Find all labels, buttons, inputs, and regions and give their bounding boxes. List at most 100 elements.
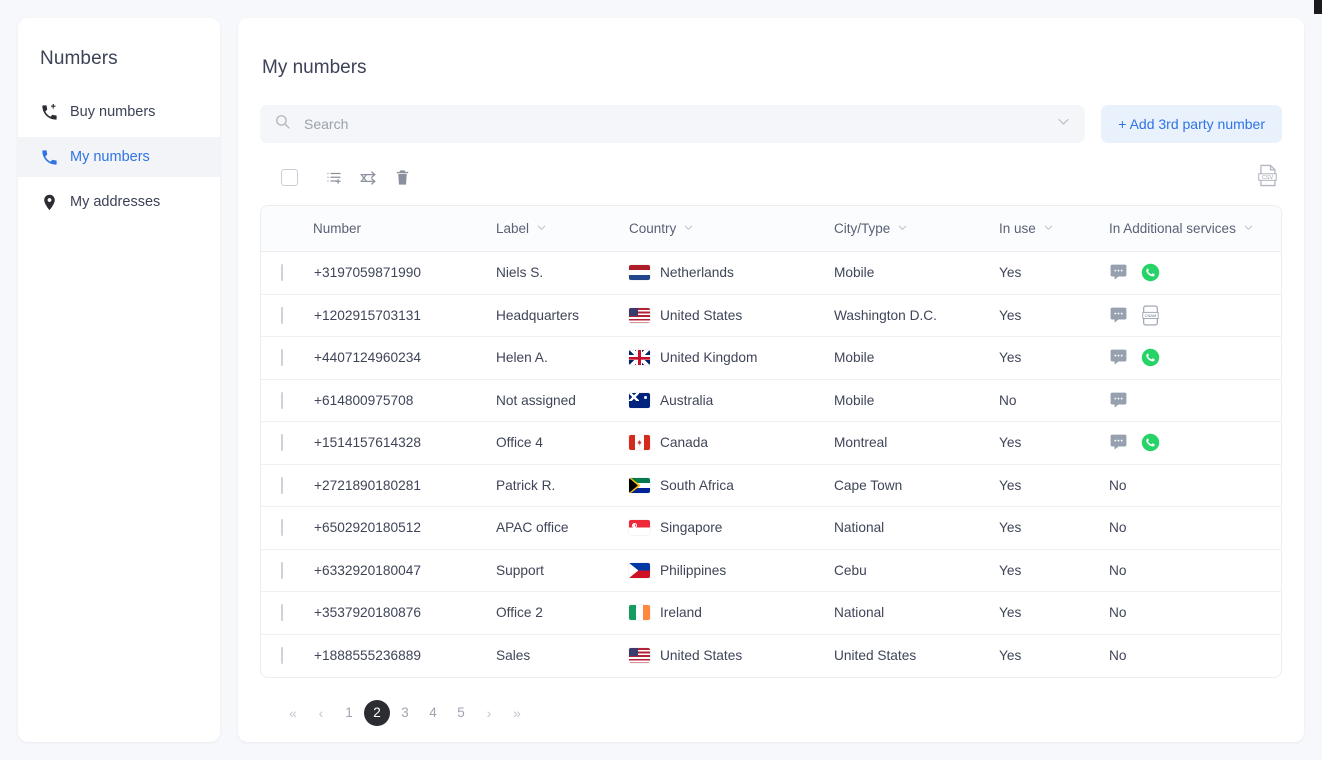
pagination-last[interactable]: » bbox=[504, 700, 530, 726]
chevron-down-icon[interactable] bbox=[1056, 114, 1071, 134]
shuffle-icon[interactable] bbox=[355, 165, 381, 191]
table-row[interactable]: +3197059871990 Niels S. Netherlands Mobile Y… bbox=[261, 251, 1281, 295]
sms-icon[interactable] bbox=[1109, 306, 1128, 325]
row-checkbox[interactable] bbox=[281, 647, 283, 665]
th-city-col[interactable]: City/Type bbox=[831, 205, 996, 253]
cell-city-type: Mobile bbox=[831, 379, 996, 423]
cell-label: Not assigned bbox=[491, 379, 626, 423]
chevron-down-icon[interactable] bbox=[1243, 221, 1254, 236]
table-row[interactable]: +1888555236889 Sales United States United S… bbox=[261, 634, 1281, 677]
pagination-page-1[interactable]: 1 bbox=[336, 700, 362, 726]
row-checkbox[interactable] bbox=[281, 349, 283, 367]
row-checkbox[interactable] bbox=[281, 434, 283, 452]
table-row[interactable]: +3537920180876 Office 2 Ireland National Yes… bbox=[261, 591, 1281, 635]
pagination-page-5[interactable]: 5 bbox=[448, 700, 474, 726]
row-checkbox[interactable] bbox=[281, 264, 283, 282]
cell-city-type: Cebu bbox=[831, 549, 996, 593]
th-label-col[interactable]: Label bbox=[491, 205, 626, 253]
cell-country: Ireland bbox=[626, 591, 831, 635]
cell-city-type: Mobile bbox=[831, 336, 996, 380]
row-checkbox[interactable] bbox=[281, 561, 283, 579]
row-checkbox-cell bbox=[261, 421, 313, 465]
table-row[interactable]: +2721890180281 Patrick R. South Africa Cape… bbox=[261, 464, 1281, 508]
chevron-down-icon[interactable] bbox=[1043, 221, 1054, 236]
chevron-down-icon[interactable] bbox=[683, 221, 694, 236]
search-box[interactable] bbox=[260, 104, 1086, 143]
table-row[interactable]: +614800975708 Not assigned Australia Mobile… bbox=[261, 379, 1281, 423]
sidebar-item-buy-numbers[interactable]: Buy numbers bbox=[18, 92, 220, 132]
country-name: United Kingdom bbox=[660, 350, 758, 366]
cell-number: +4407124960234 bbox=[313, 336, 491, 380]
flag-icon-ph bbox=[629, 562, 650, 578]
page-title: My numbers bbox=[262, 56, 367, 78]
cell-country: United Kingdom bbox=[626, 336, 831, 380]
trash-icon[interactable] bbox=[389, 165, 415, 191]
sms-icon[interactable] bbox=[1109, 391, 1128, 410]
pagination-page-2[interactable]: 2 bbox=[364, 699, 390, 726]
sms-icon[interactable] bbox=[1109, 348, 1128, 367]
table-row[interactable]: +6502920180512 APAC office Singapore Nation… bbox=[261, 506, 1281, 550]
cell-additional-services bbox=[1106, 336, 1281, 380]
cell-label: Headquarters bbox=[491, 294, 626, 338]
sms-icon[interactable] bbox=[1109, 263, 1128, 282]
th-country-col[interactable]: Country bbox=[626, 205, 831, 253]
cell-country: Canada bbox=[626, 421, 831, 465]
add-to-list-icon[interactable] bbox=[321, 165, 347, 191]
csv-export-icon[interactable]: CSV bbox=[1257, 164, 1278, 192]
cnam-icon[interactable]: CNAM bbox=[1141, 305, 1160, 326]
cell-additional-services bbox=[1106, 251, 1281, 295]
search-row: + Add 3rd party number bbox=[260, 104, 1282, 143]
pagination-prev[interactable]: ‹ bbox=[308, 700, 334, 726]
row-checkbox-cell bbox=[261, 634, 313, 677]
table-row[interactable]: +4407124960234 Helen A. United Kingdom Mobi… bbox=[261, 336, 1281, 380]
cell-label: APAC office bbox=[491, 506, 626, 550]
row-checkbox[interactable] bbox=[281, 306, 283, 324]
cell-additional-services: No bbox=[1109, 648, 1127, 664]
pagination-page-4[interactable]: 4 bbox=[420, 700, 446, 726]
cell-number: +3537920180876 bbox=[313, 591, 491, 635]
sidebar-item-my-numbers[interactable]: My numbers bbox=[18, 137, 220, 177]
cell-number: +1888555236889 bbox=[314, 648, 421, 664]
select-all-checkbox[interactable] bbox=[281, 169, 298, 187]
sms-icon[interactable] bbox=[1109, 433, 1128, 452]
cell-row-actions bbox=[1281, 422, 1282, 465]
chevron-down-icon[interactable] bbox=[536, 221, 547, 236]
flag-icon-sg bbox=[629, 520, 650, 536]
flag-icon-us bbox=[629, 307, 650, 323]
cell-number: +1202915703131 bbox=[313, 294, 491, 338]
table-row[interactable]: +1514157614328 Office 4 Canada Montreal Yes bbox=[261, 421, 1282, 465]
table-body: +3197059871990 Niels S. Netherlands Mobile Y… bbox=[261, 251, 1282, 677]
cell-additional-services: No bbox=[1106, 506, 1281, 550]
whatsapp-icon[interactable] bbox=[1141, 348, 1160, 367]
cell-label: Niels S. bbox=[491, 251, 626, 295]
row-checkbox[interactable] bbox=[281, 604, 283, 622]
cell-in-use: Yes bbox=[996, 464, 1106, 508]
table-row[interactable]: +1202915703131 Headquarters United States W… bbox=[261, 294, 1281, 338]
cell-in-use: Yes bbox=[999, 648, 1022, 664]
th-services-col[interactable]: In Additional services bbox=[1106, 205, 1281, 253]
chevron-down-icon[interactable] bbox=[897, 221, 908, 236]
row-checkbox[interactable] bbox=[281, 519, 283, 537]
search-input[interactable] bbox=[302, 114, 1049, 133]
pagination-next[interactable]: › bbox=[476, 700, 502, 726]
pagination-page-3[interactable]: 3 bbox=[392, 700, 418, 726]
cell-city-type: National bbox=[831, 591, 996, 635]
country-name: Philippines bbox=[660, 562, 727, 578]
search-icon bbox=[274, 113, 291, 135]
sidebar-item-my-addresses[interactable]: My addresses bbox=[18, 182, 220, 222]
cell-country: Netherlands bbox=[626, 251, 831, 295]
whatsapp-icon[interactable] bbox=[1141, 433, 1160, 452]
country-name: Netherlands bbox=[660, 265, 734, 281]
row-checkbox[interactable] bbox=[281, 476, 283, 494]
table-row[interactable]: +6332920180047 Support Philippines Cebu Yes N… bbox=[261, 549, 1281, 593]
whatsapp-icon[interactable] bbox=[1141, 263, 1160, 282]
row-checkbox-cell bbox=[261, 549, 313, 593]
pagination-first[interactable]: « bbox=[280, 700, 306, 726]
flag-icon-ca bbox=[629, 435, 650, 451]
pagination: «‹ 1 2 3 4 5 ›» bbox=[260, 699, 1282, 726]
add-3rd-party-number-button[interactable]: + Add 3rd party number bbox=[1101, 104, 1282, 143]
th-inuse-col[interactable]: In use bbox=[996, 205, 1106, 253]
row-checkbox-cell bbox=[261, 294, 313, 338]
row-checkbox[interactable] bbox=[281, 391, 283, 409]
cell-country: Philippines bbox=[626, 549, 831, 593]
